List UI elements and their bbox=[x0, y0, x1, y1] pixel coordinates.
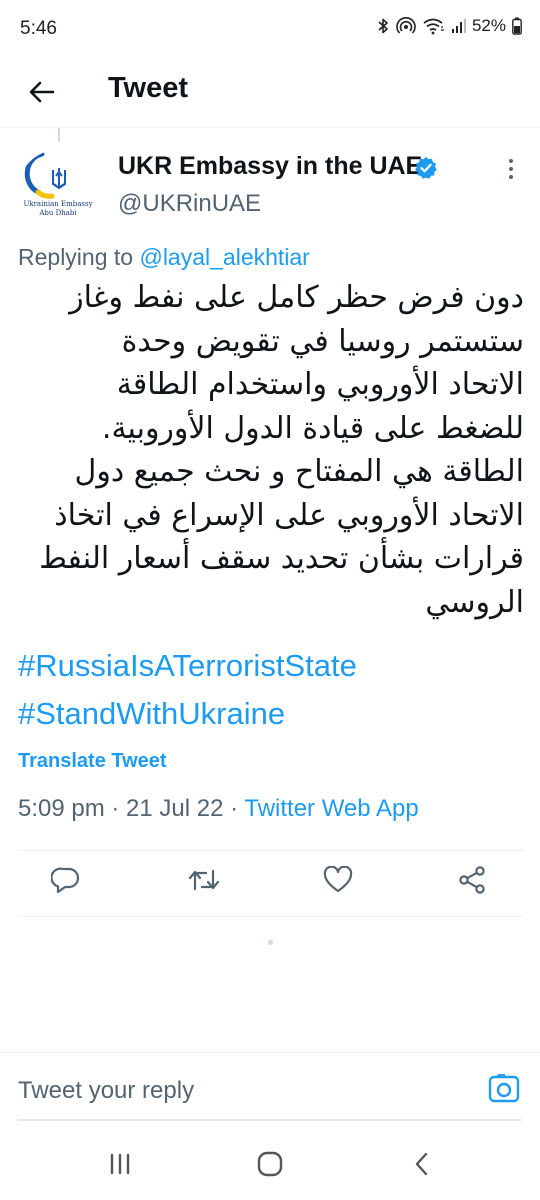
retweet-icon bbox=[188, 867, 220, 898]
thread-connector bbox=[58, 128, 60, 142]
battery-text: 52% bbox=[471, 16, 506, 35]
tweet-source-link[interactable]: Twitter Web App bbox=[244, 795, 418, 822]
chevron-left-icon bbox=[414, 1152, 430, 1181]
add-photo-button[interactable] bbox=[486, 1073, 522, 1109]
recent-apps-button[interactable] bbox=[100, 1148, 140, 1184]
replying-to: Replying to @layal_alekhtiar bbox=[18, 244, 310, 271]
verified-badge-icon bbox=[414, 156, 438, 180]
replying-prefix: Replying to bbox=[18, 244, 140, 270]
app-header: Tweet bbox=[0, 60, 540, 128]
retweet-button[interactable] bbox=[184, 864, 224, 900]
embassy-logo bbox=[24, 151, 66, 199]
recent-apps-icon bbox=[108, 1153, 132, 1180]
meta-separator: · bbox=[223, 795, 245, 822]
reply-input[interactable]: Tweet your reply bbox=[18, 1077, 194, 1105]
loading-dot bbox=[268, 940, 273, 945]
reply-icon bbox=[50, 866, 81, 899]
battery-icon bbox=[512, 17, 522, 35]
camera-icon bbox=[488, 1073, 520, 1109]
system-nav-bar bbox=[0, 1136, 540, 1200]
like-button[interactable] bbox=[318, 864, 358, 900]
divider bbox=[18, 850, 524, 851]
replying-mention-link[interactable]: @layal_alekhtiar bbox=[139, 244, 309, 270]
tweet-time: 5:09 pm bbox=[18, 795, 105, 822]
avatar-caption-line1: Ukrainian Embassy bbox=[23, 200, 93, 208]
home-button[interactable] bbox=[250, 1148, 290, 1184]
tweet-text: دون فرض حظر كامل على نفط وغاز ستستمر روس… bbox=[39, 280, 524, 620]
share-button[interactable] bbox=[452, 864, 492, 900]
avatar-caption: Ukrainian Embassy Abu Dhabi bbox=[18, 200, 98, 218]
avatar[interactable]: Ukrainian Embassy Abu Dhabi bbox=[18, 150, 98, 230]
status-icons: 52% bbox=[376, 16, 522, 36]
system-back-button[interactable] bbox=[402, 1148, 442, 1184]
more-vertical-icon bbox=[508, 158, 514, 185]
share-icon bbox=[457, 865, 487, 899]
status-time: 5:46 bbox=[20, 18, 57, 39]
back-button[interactable] bbox=[22, 74, 62, 114]
tweet-date: 21 Jul 22 bbox=[126, 795, 224, 822]
divider bbox=[18, 916, 524, 917]
home-icon bbox=[257, 1151, 283, 1182]
hashtag-link[interactable]: #StandWithUkraine bbox=[18, 696, 285, 732]
reply-button[interactable] bbox=[46, 864, 86, 900]
heart-icon bbox=[323, 865, 353, 899]
arrow-left-icon bbox=[29, 81, 55, 108]
author-handle[interactable]: @UKRinUAE bbox=[118, 190, 261, 218]
avatar-caption-line2: Abu Dhabi bbox=[39, 209, 77, 217]
tweet-meta: 5:09 pm · 21 Jul 22 · Twitter Web App bbox=[18, 795, 419, 823]
hashtag-link[interactable]: #RussiaIsATerroristState bbox=[18, 648, 357, 684]
wifi-icon bbox=[422, 17, 446, 35]
page-title: Tweet bbox=[108, 72, 189, 104]
author-name[interactable]: UKR Embassy in the UAE bbox=[118, 152, 422, 181]
more-options-button[interactable] bbox=[496, 156, 526, 186]
reply-input-underline bbox=[18, 1119, 522, 1121]
status-bar: 5:46 52% bbox=[0, 0, 540, 60]
hotspot-icon bbox=[396, 17, 416, 35]
bluetooth-icon bbox=[376, 17, 390, 35]
reply-composer: Tweet your reply bbox=[0, 1052, 540, 1132]
translate-tweet-link[interactable]: Translate Tweet bbox=[18, 750, 167, 773]
signal-icon bbox=[451, 18, 466, 34]
meta-separator: · bbox=[104, 795, 127, 822]
